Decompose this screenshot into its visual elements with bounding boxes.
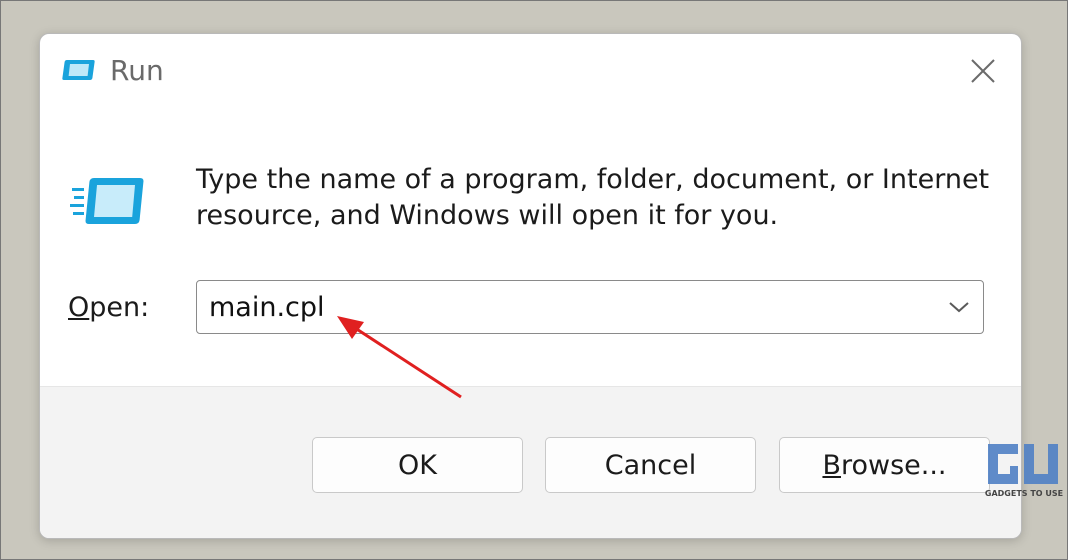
open-input[interactable] xyxy=(209,287,909,327)
gadgets-to-use-logo: GADGETS TO USE xyxy=(985,444,1063,498)
watermark-caption: GADGETS TO USE xyxy=(985,489,1063,498)
title-bar: Run xyxy=(40,34,1021,110)
browse-button[interactable]: Browse... xyxy=(779,437,990,493)
open-label-accelerator: O xyxy=(68,292,90,323)
dropdown-button[interactable] xyxy=(943,291,975,323)
ok-button[interactable]: OK xyxy=(312,437,523,493)
close-button[interactable] xyxy=(960,48,1006,94)
window-title: Run xyxy=(110,54,164,87)
run-icon xyxy=(62,60,95,80)
chevron-down-icon xyxy=(949,302,969,313)
open-label: Open: xyxy=(68,290,149,326)
description-text: Type the name of a program, folder, docu… xyxy=(196,164,990,231)
cancel-button[interactable]: Cancel xyxy=(545,437,756,493)
browse-label-text: rowse... xyxy=(840,449,947,481)
close-icon xyxy=(971,59,995,83)
button-bar: OK Cancel Browse... xyxy=(40,386,1021,538)
run-icon xyxy=(70,178,144,224)
browse-accelerator: B xyxy=(822,449,841,481)
run-dialog: Run Type the name of a program, folder, … xyxy=(39,33,1022,539)
open-label-text: pen: xyxy=(89,292,150,323)
open-combobox[interactable] xyxy=(196,280,984,334)
